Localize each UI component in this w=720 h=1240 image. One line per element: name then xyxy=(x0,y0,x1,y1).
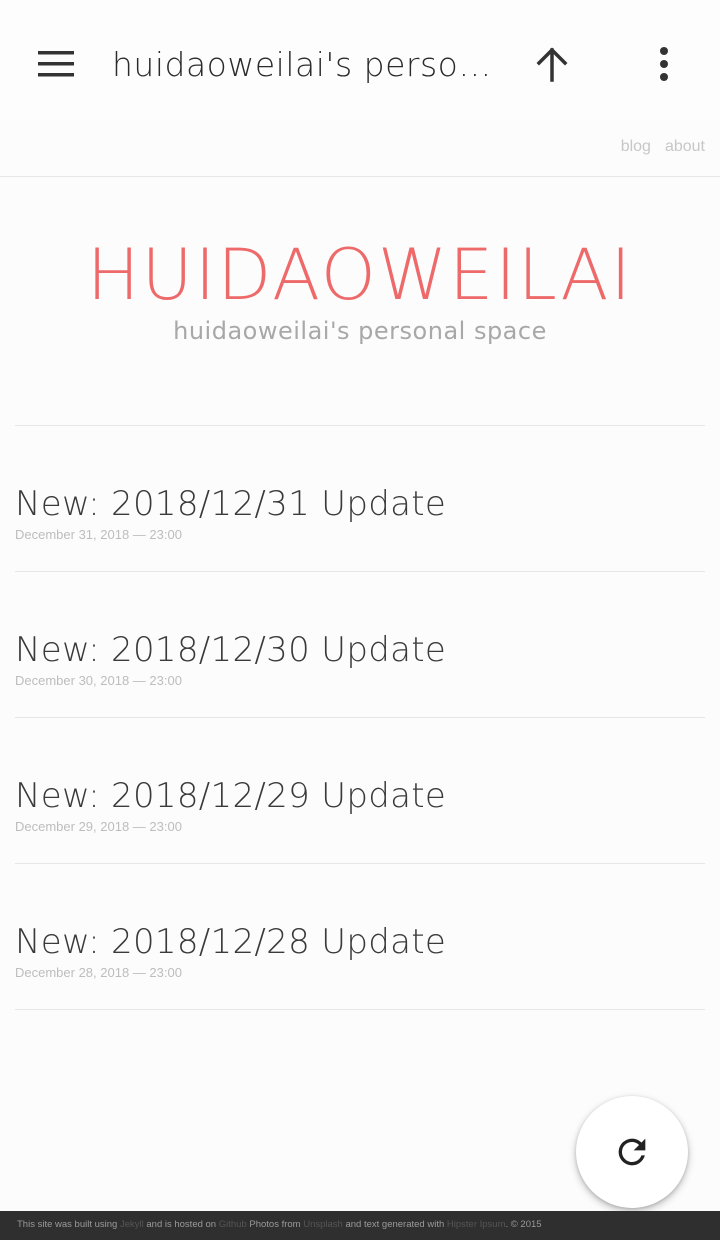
footer-link-github[interactable]: Github xyxy=(219,1219,247,1230)
site-subtitle: huidaoweilai's personal space xyxy=(173,317,547,345)
footer-link-unsplash[interactable]: Unsplash xyxy=(303,1219,343,1230)
arrow-up-icon xyxy=(536,47,568,82)
site-nav: blog about xyxy=(0,120,720,177)
post-title[interactable]: New: 2018/12/29 Update xyxy=(15,776,705,816)
footer-link-jekyll[interactable]: Jekyll xyxy=(120,1219,144,1230)
post-item: New: 2018/12/30 Update December 30, 2018… xyxy=(15,572,705,718)
nav-link-about[interactable]: about xyxy=(665,138,705,156)
hamburger-menu-icon xyxy=(38,51,74,77)
post-title[interactable]: New: 2018/12/30 Update xyxy=(15,630,705,670)
post-item: New: 2018/12/28 Update December 28, 2018… xyxy=(15,864,705,1010)
nav-link-blog[interactable]: blog xyxy=(621,138,651,156)
footer-text: and text generated with xyxy=(342,1219,447,1230)
footer-text: . © 2015 xyxy=(505,1219,542,1230)
footer-text: This site was built using xyxy=(17,1219,120,1230)
more-options-button[interactable] xyxy=(640,40,688,88)
app-bar-title: huidaoweilai's personal space xyxy=(112,45,497,84)
app-bar: huidaoweilai's personal space xyxy=(0,0,720,120)
site-header: HUIDAOWEILAI huidaoweilai's personal spa… xyxy=(0,230,720,345)
scroll-up-button[interactable] xyxy=(528,40,576,88)
post-title[interactable]: New: 2018/12/31 Update xyxy=(15,484,705,524)
site-footer: This site was built using Jekyll and is … xyxy=(0,1211,720,1240)
menu-button[interactable] xyxy=(28,40,84,88)
footer-text: Photos from xyxy=(246,1219,304,1230)
footer-link-hipster-ipsum[interactable]: Hipster Ipsum xyxy=(447,1219,506,1230)
post-list: New: 2018/12/31 Update December 31, 2018… xyxy=(15,425,705,1010)
more-vertical-icon xyxy=(660,47,668,81)
post-title[interactable]: New: 2018/12/28 Update xyxy=(15,922,705,962)
refresh-button[interactable] xyxy=(576,1096,688,1208)
post-date: December 31, 2018 — 23:00 xyxy=(15,527,182,542)
footer-text: and is hosted on xyxy=(143,1219,219,1230)
post-date: December 29, 2018 — 23:00 xyxy=(15,819,182,834)
site-title[interactable]: HUIDAOWEILAI xyxy=(0,230,720,320)
post-item: New: 2018/12/31 Update December 31, 2018… xyxy=(15,426,705,572)
refresh-icon xyxy=(618,1138,646,1166)
post-date: December 28, 2018 — 23:00 xyxy=(15,965,182,980)
post-date: December 30, 2018 — 23:00 xyxy=(15,673,182,688)
post-item: New: 2018/12/29 Update December 29, 2018… xyxy=(15,718,705,864)
